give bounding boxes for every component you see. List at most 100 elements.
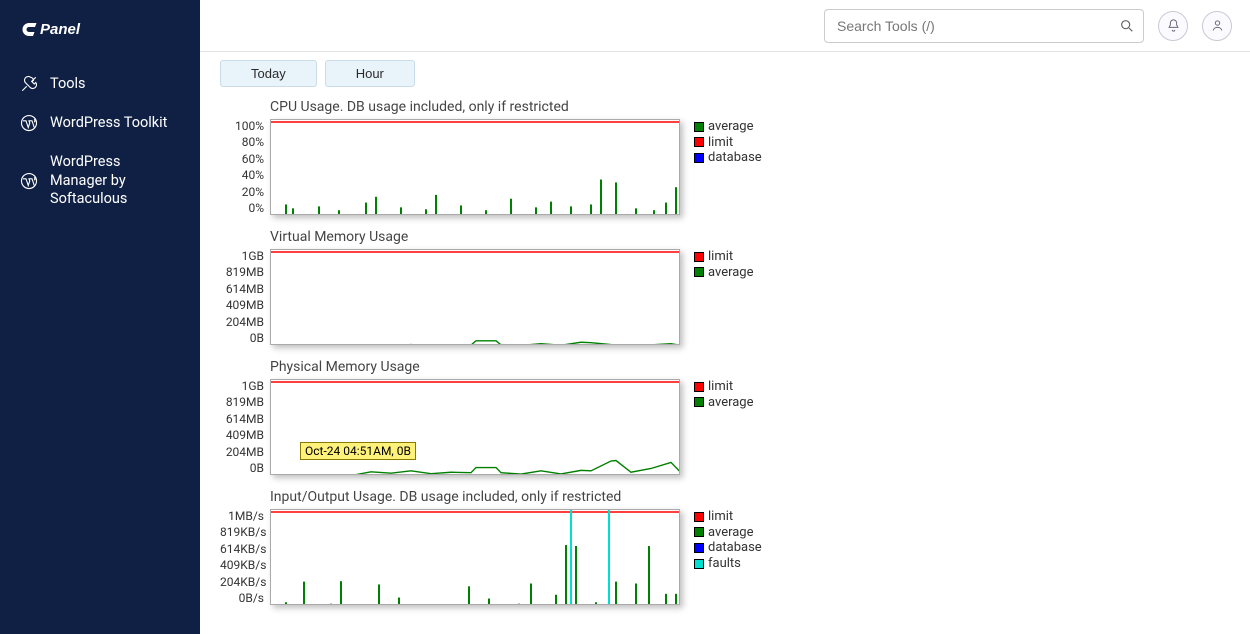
chart-row: 1GB819MB614MB409MB204MB0BOct-24 04:51AM,…: [220, 379, 1230, 475]
sidebar-item-tools[interactable]: Tools: [0, 65, 200, 104]
wordpress-icon: [20, 114, 38, 132]
y-tick: 614MB: [220, 282, 264, 296]
search-input[interactable]: [824, 9, 1144, 43]
legend-swatch: [694, 397, 704, 407]
chart-io: Input/Output Usage. DB usage included, o…: [220, 489, 1230, 605]
user-icon: [1210, 18, 1225, 33]
legend-item-limit: limit: [694, 249, 754, 265]
sidebar-item-wordpress-manager[interactable]: WordPress Manager by Softaculous: [0, 143, 200, 220]
svg-text:Panel: Panel: [40, 21, 81, 38]
legend-swatch: [694, 512, 704, 522]
time-range-buttons: Today Hour: [220, 52, 1230, 99]
sidebar-item-label: WordPress Toolkit: [50, 114, 167, 133]
bell-icon: [1166, 18, 1181, 33]
y-tick: 0%: [220, 201, 264, 215]
chart-title: Virtual Memory Usage: [270, 229, 1230, 245]
legend-swatch: [694, 382, 704, 392]
y-tick: 0B: [220, 331, 264, 345]
y-tick: 20%: [220, 185, 264, 199]
legend-label: limit: [708, 509, 733, 525]
legend: limitaverage: [694, 379, 754, 410]
legend-label: faults: [708, 556, 741, 572]
time-btn-today[interactable]: Today: [220, 60, 317, 87]
account-button[interactable]: [1202, 11, 1232, 41]
legend-item-database: database: [694, 150, 762, 166]
legend-swatch: [694, 267, 704, 277]
legend-label: average: [708, 119, 754, 135]
legend-swatch: [694, 527, 704, 537]
search-icon[interactable]: [1116, 15, 1138, 37]
chart-row: 1MB/s819KB/s614KB/s409KB/s204KB/s0B/slim…: [220, 509, 1230, 605]
cpanel-logo: Panel: [0, 18, 200, 65]
legend-label: database: [708, 150, 762, 166]
y-tick: 0B/s: [220, 591, 264, 605]
chart-tooltip: Oct-24 04:51AM, 0B: [300, 442, 416, 460]
plot-wrap: Oct-24 04:51AM, 0B: [270, 379, 680, 475]
y-tick: 614MB: [220, 412, 264, 426]
legend-label: average: [708, 395, 754, 411]
legend-label: database: [708, 540, 762, 556]
y-tick: 409KB/s: [220, 558, 264, 572]
sidebar-item-label: WordPress Manager by Softaculous: [50, 153, 180, 210]
time-btn-hour[interactable]: Hour: [325, 60, 415, 87]
chart-row: 100%80%60%40%20%0%averagelimitdatabase: [220, 119, 1230, 215]
legend-label: limit: [708, 135, 733, 151]
charts-container: CPU Usage. DB usage included, only if re…: [220, 99, 1230, 605]
legend-item-faults: faults: [694, 556, 762, 572]
y-tick: 204MB: [220, 445, 264, 459]
chart-title: Input/Output Usage. DB usage included, o…: [270, 489, 1230, 505]
plot-wrap: [270, 119, 680, 215]
tools-icon: [20, 75, 38, 93]
wordpress-icon: [20, 172, 38, 190]
legend-swatch: [694, 137, 704, 147]
legend: limitaveragedatabasefaults: [694, 509, 762, 571]
y-tick: 409MB: [220, 298, 264, 312]
legend: limitaverage: [694, 249, 754, 280]
y-tick: 60%: [220, 152, 264, 166]
legend-swatch: [694, 252, 704, 262]
legend-label: limit: [708, 379, 733, 395]
y-tick: 40%: [220, 168, 264, 182]
y-tick: 819MB: [220, 265, 264, 279]
legend-item-limit: limit: [694, 135, 762, 151]
y-tick: 1GB: [220, 249, 264, 263]
search-wrap: [824, 9, 1144, 43]
y-tick: 204MB: [220, 315, 264, 329]
chart-pmem: Physical Memory Usage1GB819MB614MB409MB2…: [220, 359, 1230, 475]
plot[interactable]: [270, 249, 680, 345]
plot[interactable]: [270, 119, 680, 215]
topbar: [200, 0, 1250, 52]
y-tick: 409MB: [220, 428, 264, 442]
y-tick: 100%: [220, 119, 264, 133]
plot[interactable]: [270, 379, 680, 475]
legend-item-average: average: [694, 525, 762, 541]
y-tick: 1GB: [220, 379, 264, 393]
sidebar-item-label: Tools: [50, 75, 86, 94]
legend-item-database: database: [694, 540, 762, 556]
y-axis: 100%80%60%40%20%0%: [220, 119, 270, 215]
legend-item-average: average: [694, 265, 754, 281]
cpanel-logo-icon: Panel: [20, 18, 120, 41]
notifications-button[interactable]: [1158, 11, 1188, 41]
chart-title: Physical Memory Usage: [270, 359, 1230, 375]
content: Today Hour CPU Usage. DB usage included,…: [200, 52, 1250, 634]
legend-swatch: [694, 543, 704, 553]
plot[interactable]: [270, 509, 680, 605]
legend-item-limit: limit: [694, 509, 762, 525]
chart-cpu: CPU Usage. DB usage included, only if re…: [220, 99, 1230, 215]
legend-swatch: [694, 153, 704, 163]
legend-label: limit: [708, 249, 733, 265]
sidebar-item-wordpress-toolkit[interactable]: WordPress Toolkit: [0, 104, 200, 143]
main: Today Hour CPU Usage. DB usage included,…: [200, 0, 1250, 634]
y-axis: 1GB819MB614MB409MB204MB0B: [220, 379, 270, 475]
legend-swatch: [694, 122, 704, 132]
y-tick: 1MB/s: [220, 509, 264, 523]
chart-vmem: Virtual Memory Usage 1GB 819MB 614MB 409MB 20…: [220, 229, 1230, 345]
chart-title: CPU Usage. DB usage included, only if re…: [270, 99, 1230, 115]
plot-wrap: [270, 249, 680, 345]
y-axis: 1MB/s819KB/s614KB/s409KB/s204KB/s0B/s: [220, 509, 270, 605]
y-tick: 204KB/s: [220, 575, 264, 589]
sidebar: Panel Tools WordPress Toolkit WordPress …: [0, 0, 200, 634]
legend-item-average: average: [694, 119, 762, 135]
y-tick: 0B: [220, 461, 264, 475]
